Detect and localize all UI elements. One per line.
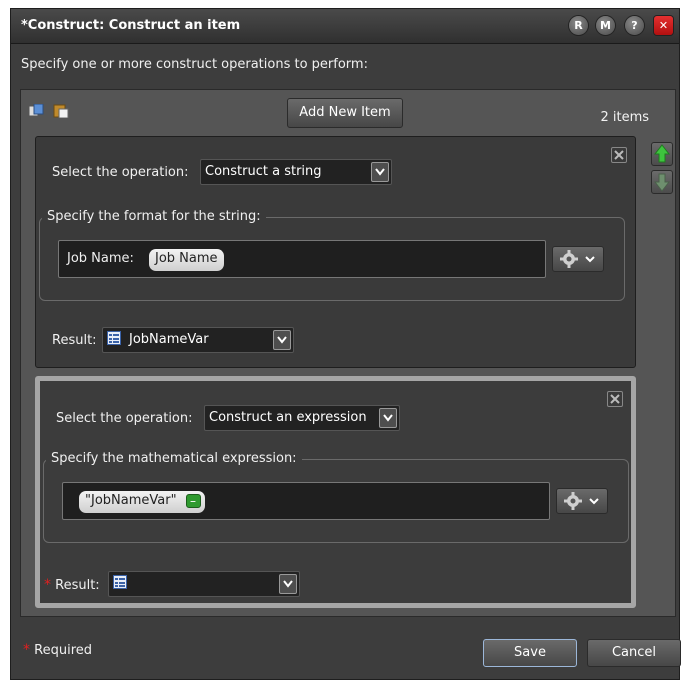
insert-field-button[interactable] [552, 246, 604, 272]
result-select[interactable] [108, 571, 300, 597]
expression-editor[interactable]: "JobNameVar" – [62, 482, 550, 520]
result-value: JobNameVar [129, 332, 209, 347]
up-arrow-icon [653, 144, 671, 163]
editor-prefix: Job Name: [67, 251, 134, 266]
items-count: 2 items [600, 110, 649, 125]
construct-item-2: Select the operation: Construct an expre… [35, 376, 636, 608]
remove-item-button[interactable] [611, 147, 627, 163]
close-icon [610, 394, 620, 404]
close-icon [614, 150, 624, 160]
required-star-icon: * [23, 642, 30, 658]
result-label: Result: [52, 333, 97, 348]
chevron-down-icon [371, 162, 389, 182]
paste-icon[interactable] [53, 104, 69, 119]
items-panel: Add New Item 2 items Select the operatio… [20, 89, 676, 617]
required-note: * Required [23, 642, 92, 658]
move-down-button[interactable] [651, 170, 673, 194]
operation-value: Construct an expression [209, 410, 367, 425]
instructions-text: Specify one or more construct operations… [21, 57, 368, 72]
operation-value: Construct a string [205, 164, 322, 179]
format-editor[interactable]: Job Name: Job Name [58, 240, 546, 278]
chevron-down-icon [379, 408, 397, 428]
copy-icon[interactable] [28, 103, 45, 118]
construct-item-1: Select the operation: Construct a string… [35, 136, 636, 368]
variable-icon [113, 574, 127, 589]
job-name-token[interactable]: Job Name [149, 249, 224, 271]
title-bar[interactable]: *Construct: Construct an item R M ? ✕ [11, 9, 679, 44]
r-button[interactable]: R [569, 16, 588, 35]
window-title: *Construct: Construct an item [21, 18, 241, 33]
operation-select[interactable]: Construct an expression [204, 405, 400, 431]
required-label: Required [34, 643, 92, 658]
move-up-button[interactable] [651, 142, 673, 166]
operation-select[interactable]: Construct a string [200, 159, 392, 185]
format-group-label: Specify the format for the string: [42, 209, 266, 224]
chevron-down-icon [279, 574, 297, 594]
chevron-down-icon [273, 330, 291, 350]
result-select[interactable]: JobNameVar [102, 327, 294, 353]
expression-group-label: Specify the mathematical expression: [46, 451, 302, 466]
gear-icon [564, 492, 582, 510]
operation-label: Select the operation: [52, 165, 189, 180]
gear-icon [560, 250, 578, 268]
cancel-button[interactable]: Cancel [587, 639, 681, 667]
required-star-icon: * [44, 577, 51, 593]
remove-item-button[interactable] [607, 391, 623, 407]
expression-group: Specify the mathematical expression: "Jo… [43, 451, 629, 543]
m-button[interactable]: M [596, 16, 615, 35]
help-button[interactable]: ? [625, 16, 644, 35]
required-result-label: * Result: [44, 577, 100, 593]
operator-badge[interactable]: – [185, 494, 201, 508]
operation-label: Select the operation: [56, 411, 193, 426]
variable-icon [107, 330, 121, 345]
token-text: "JobNameVar" [85, 493, 177, 508]
close-button[interactable]: ✕ [654, 16, 673, 35]
insert-field-button[interactable] [556, 488, 608, 514]
save-button[interactable]: Save [483, 639, 577, 667]
add-new-item-button[interactable]: Add New Item [287, 98, 403, 128]
format-group: Specify the format for the string: Job N… [39, 209, 625, 301]
jobnamevar-token[interactable]: "JobNameVar" – [79, 491, 205, 513]
down-arrow-icon [653, 173, 671, 192]
construct-dialog: *Construct: Construct an item R M ? ✕ Sp… [10, 8, 681, 680]
